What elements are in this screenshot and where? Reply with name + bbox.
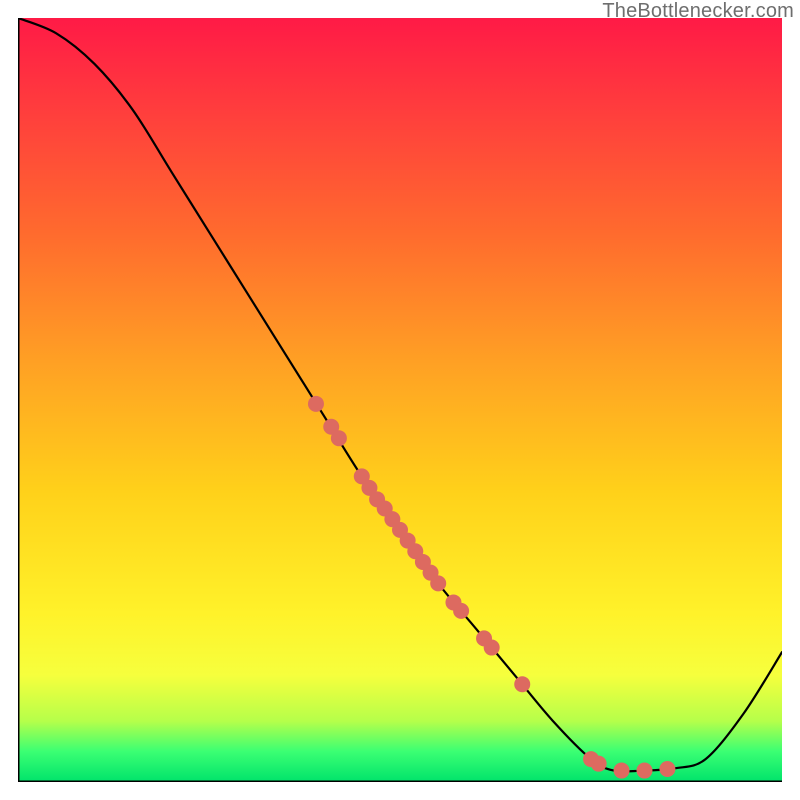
plot-gradient-background (18, 18, 782, 782)
attribution-text: TheBottlenecker.com (602, 0, 794, 23)
chart-stage: TheBottlenecker.com (0, 0, 800, 800)
